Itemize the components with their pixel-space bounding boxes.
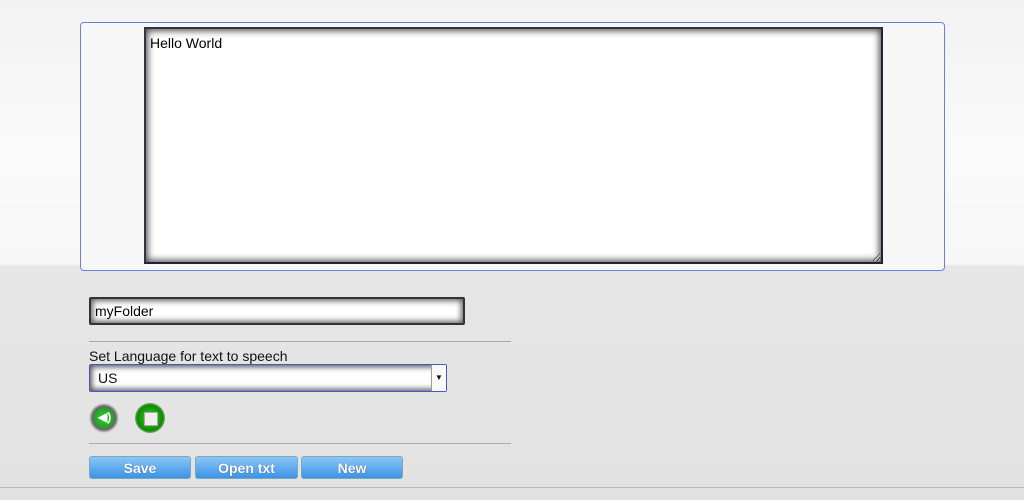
language-selected: US [98,370,118,386]
editor-panel: Hello World [80,22,945,271]
open-txt-button[interactable]: Open txt [195,456,298,479]
folder-input[interactable] [89,297,465,325]
chevron-down-icon: ▼ [431,365,446,391]
new-button[interactable]: New [301,456,403,479]
stop-icon[interactable] [135,403,165,433]
speaker-icon[interactable]: ◀) [89,403,119,433]
bottom-divider [0,487,1024,488]
language-label: Set Language for text to speech [89,348,288,364]
text-editor[interactable]: Hello World [144,27,883,264]
divider [89,443,511,444]
save-button[interactable]: Save [89,456,191,479]
language-select[interactable]: US ▼ [89,364,447,392]
divider [89,341,511,342]
